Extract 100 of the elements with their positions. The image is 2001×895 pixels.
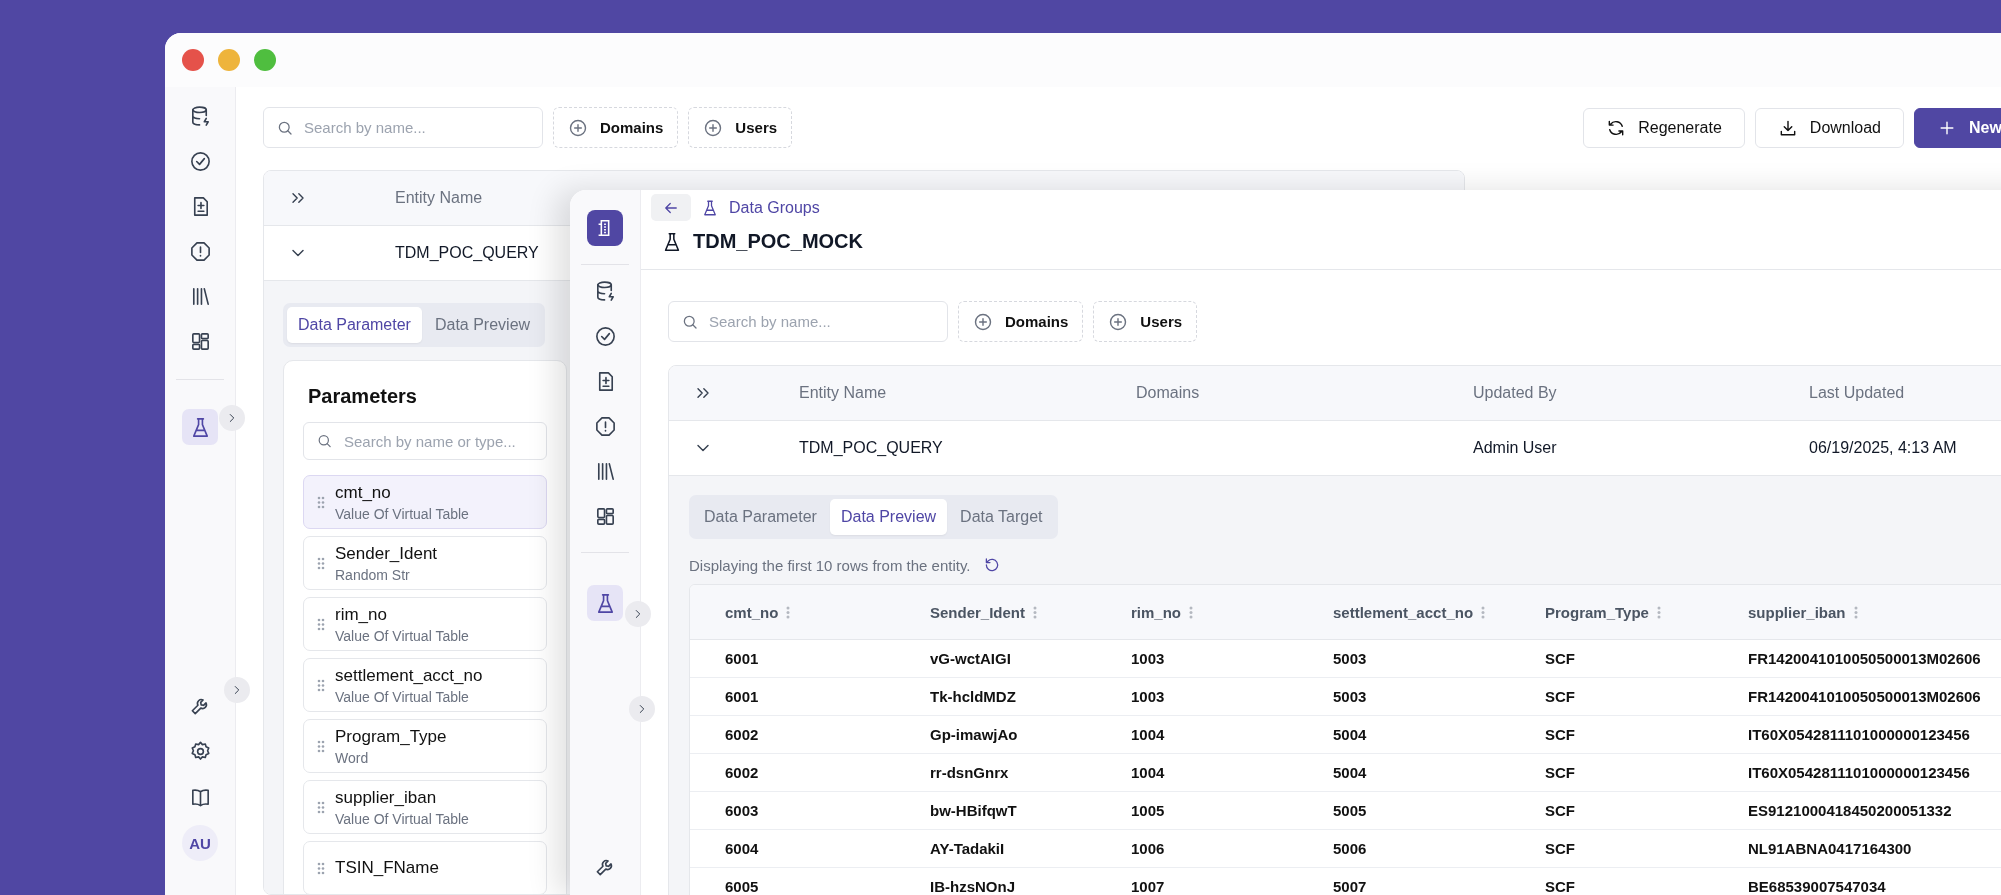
- drag-handle-icon: [317, 800, 325, 814]
- table-cell: 5006: [1333, 840, 1367, 857]
- table-cell: SCF: [1545, 650, 1575, 667]
- table-cell: ES9121000418450200051332: [1748, 802, 1952, 819]
- parameter-name: rim_no: [335, 604, 388, 625]
- check-circle-icon: [188, 149, 212, 173]
- column-header: Last Updated: [1809, 384, 1906, 402]
- updated-by: Admin User: [1473, 439, 1558, 457]
- table-cell: SCF: [1545, 878, 1575, 895]
- parameter-item[interactable]: TSIN_FName: [303, 841, 547, 894]
- filter-button[interactable]: Users: [688, 107, 793, 148]
- parameter-name: TSIN_FName: [335, 858, 439, 878]
- table-cell: 6005: [725, 878, 759, 895]
- breadcrumb-link[interactable]: Data Groups: [729, 198, 820, 217]
- column-header: Entity Name: [799, 384, 888, 402]
- table-cell: Gp-imawjAo: [930, 726, 1018, 743]
- tab[interactable]: Data Preview: [829, 499, 948, 535]
- close-button[interactable]: [182, 49, 204, 71]
- sidebar-item[interactable]: [182, 409, 218, 445]
- parameter-item[interactable]: Program_Type Word: [303, 719, 547, 773]
- table-cell: 5005: [1333, 802, 1367, 819]
- last-updated: 06/19/2025, 4:13 AM: [1809, 439, 1958, 457]
- entity-name: TDM_POC_QUERY: [395, 244, 540, 262]
- tab[interactable]: Data Parameter: [287, 307, 422, 343]
- table-cell: AY-TadakiI: [930, 840, 1005, 857]
- parameter-item[interactable]: rim_no Value Of Virtual Table: [303, 597, 547, 651]
- filter-button[interactable]: Users: [1093, 301, 1198, 342]
- filter-button[interactable]: Domains: [958, 301, 1084, 342]
- table-cell: rr-dsnGnrx: [930, 764, 1009, 781]
- table-cell: 5007: [1333, 878, 1367, 895]
- user-avatar[interactable]: AU: [182, 825, 218, 861]
- card-title: Parameters: [308, 385, 418, 408]
- table-cell: 6003: [725, 802, 759, 819]
- drag-handle-icon: [317, 495, 325, 509]
- parameter-type: Value Of Virtual Table: [335, 810, 469, 827]
- back-button[interactable]: [651, 194, 691, 221]
- check-circle-icon: [593, 324, 617, 348]
- column-header: cmt_no: [725, 603, 779, 621]
- drag-handle-icon: [317, 556, 325, 570]
- tab[interactable]: Data Parameter: [693, 499, 828, 535]
- flask-icon: [701, 198, 719, 217]
- expand-handle[interactable]: [625, 601, 651, 627]
- parameter-name: cmt_no: [335, 482, 392, 503]
- drag-handle-icon: [317, 861, 325, 875]
- table-cell: IT60X0542811101000000123456: [1748, 764, 1970, 781]
- new-button[interactable]: New: [1914, 107, 2001, 148]
- table-cell: bw-HBifqwT: [930, 802, 1017, 819]
- table-cell: 6004: [725, 840, 759, 857]
- preview-caption: Displaying the first 10 rows from the entity.: [689, 556, 971, 574]
- sidebar-item[interactable]: [587, 585, 623, 621]
- parameter-type: Value Of Virtual Table: [335, 505, 469, 522]
- plus-circle-icon: [973, 311, 993, 332]
- alert-icon: [593, 414, 617, 438]
- parameter-name: supplier_iban: [335, 787, 438, 808]
- expand-handle[interactable]: [219, 405, 245, 431]
- table-cell: NL91ABNA0417164300: [1748, 840, 1912, 857]
- column-header: rim_no: [1131, 603, 1181, 621]
- logo-icon[interactable]: [587, 210, 623, 246]
- parameter-type: Word: [335, 749, 370, 766]
- parameter-item[interactable]: supplier_iban Value Of Virtual Table: [303, 780, 547, 834]
- table-cell: SCF: [1545, 688, 1575, 705]
- tab[interactable]: Data Target: [949, 499, 1054, 535]
- drag-handle-icon: [317, 739, 325, 753]
- table-cell: IT60X0542811101000000123456: [1748, 726, 1970, 743]
- alert-icon: [188, 239, 212, 263]
- table-cell: FR1420041010050500013M02606: [1748, 650, 1981, 667]
- column-header: supplier_iban: [1748, 603, 1846, 621]
- search-field[interactable]: Search by name...: [668, 301, 948, 342]
- table-cell: 1007: [1131, 878, 1165, 895]
- parameter-type: Value Of Virtual Table: [335, 627, 469, 644]
- download-button[interactable]: Download: [1754, 107, 1904, 148]
- parameter-name: Sender_Ident: [335, 543, 438, 564]
- column-header: settlement_acct_no: [1333, 603, 1474, 621]
- table-cell: 1005: [1131, 802, 1165, 819]
- table-cell: 5004: [1333, 764, 1367, 781]
- parameter-name: settlement_acct_no: [335, 665, 483, 686]
- search-field[interactable]: Search by name...: [263, 107, 543, 148]
- table-cell: 5004: [1333, 726, 1367, 743]
- column-header: Program_Type: [1545, 603, 1649, 621]
- expand-handle[interactable]: [224, 677, 250, 703]
- parameter-item[interactable]: settlement_acct_no Value Of Virtual Table: [303, 658, 547, 712]
- search-field[interactable]: Search by name or type...: [303, 422, 547, 460]
- table-cell: 5003: [1333, 650, 1367, 667]
- plus-circle-icon: [703, 117, 724, 138]
- parameter-item[interactable]: cmt_no Value Of Virtual Table: [303, 475, 547, 529]
- table-cell: 6002: [725, 726, 759, 743]
- filter-button[interactable]: Domains: [553, 107, 679, 148]
- parameter-item[interactable]: Sender_Ident Random Str: [303, 536, 547, 590]
- tab[interactable]: Data Preview: [423, 307, 542, 343]
- table-cell: 1004: [1131, 726, 1165, 743]
- table-cell: FR1420041010050500013M02606: [1748, 688, 1981, 705]
- regenerate-button[interactable]: Regenerate: [1583, 107, 1745, 148]
- expand-handle[interactable]: [629, 696, 655, 722]
- table-cell: SCF: [1545, 802, 1575, 819]
- page-title: TDM_POC_MOCK: [693, 230, 863, 253]
- table-cell: 1003: [1131, 650, 1165, 667]
- table-cell: BE68539007547034: [1748, 878, 1886, 895]
- table-cell: SCF: [1545, 764, 1575, 781]
- table-cell: 1004: [1131, 764, 1165, 781]
- table-cell: 1006: [1131, 840, 1165, 857]
